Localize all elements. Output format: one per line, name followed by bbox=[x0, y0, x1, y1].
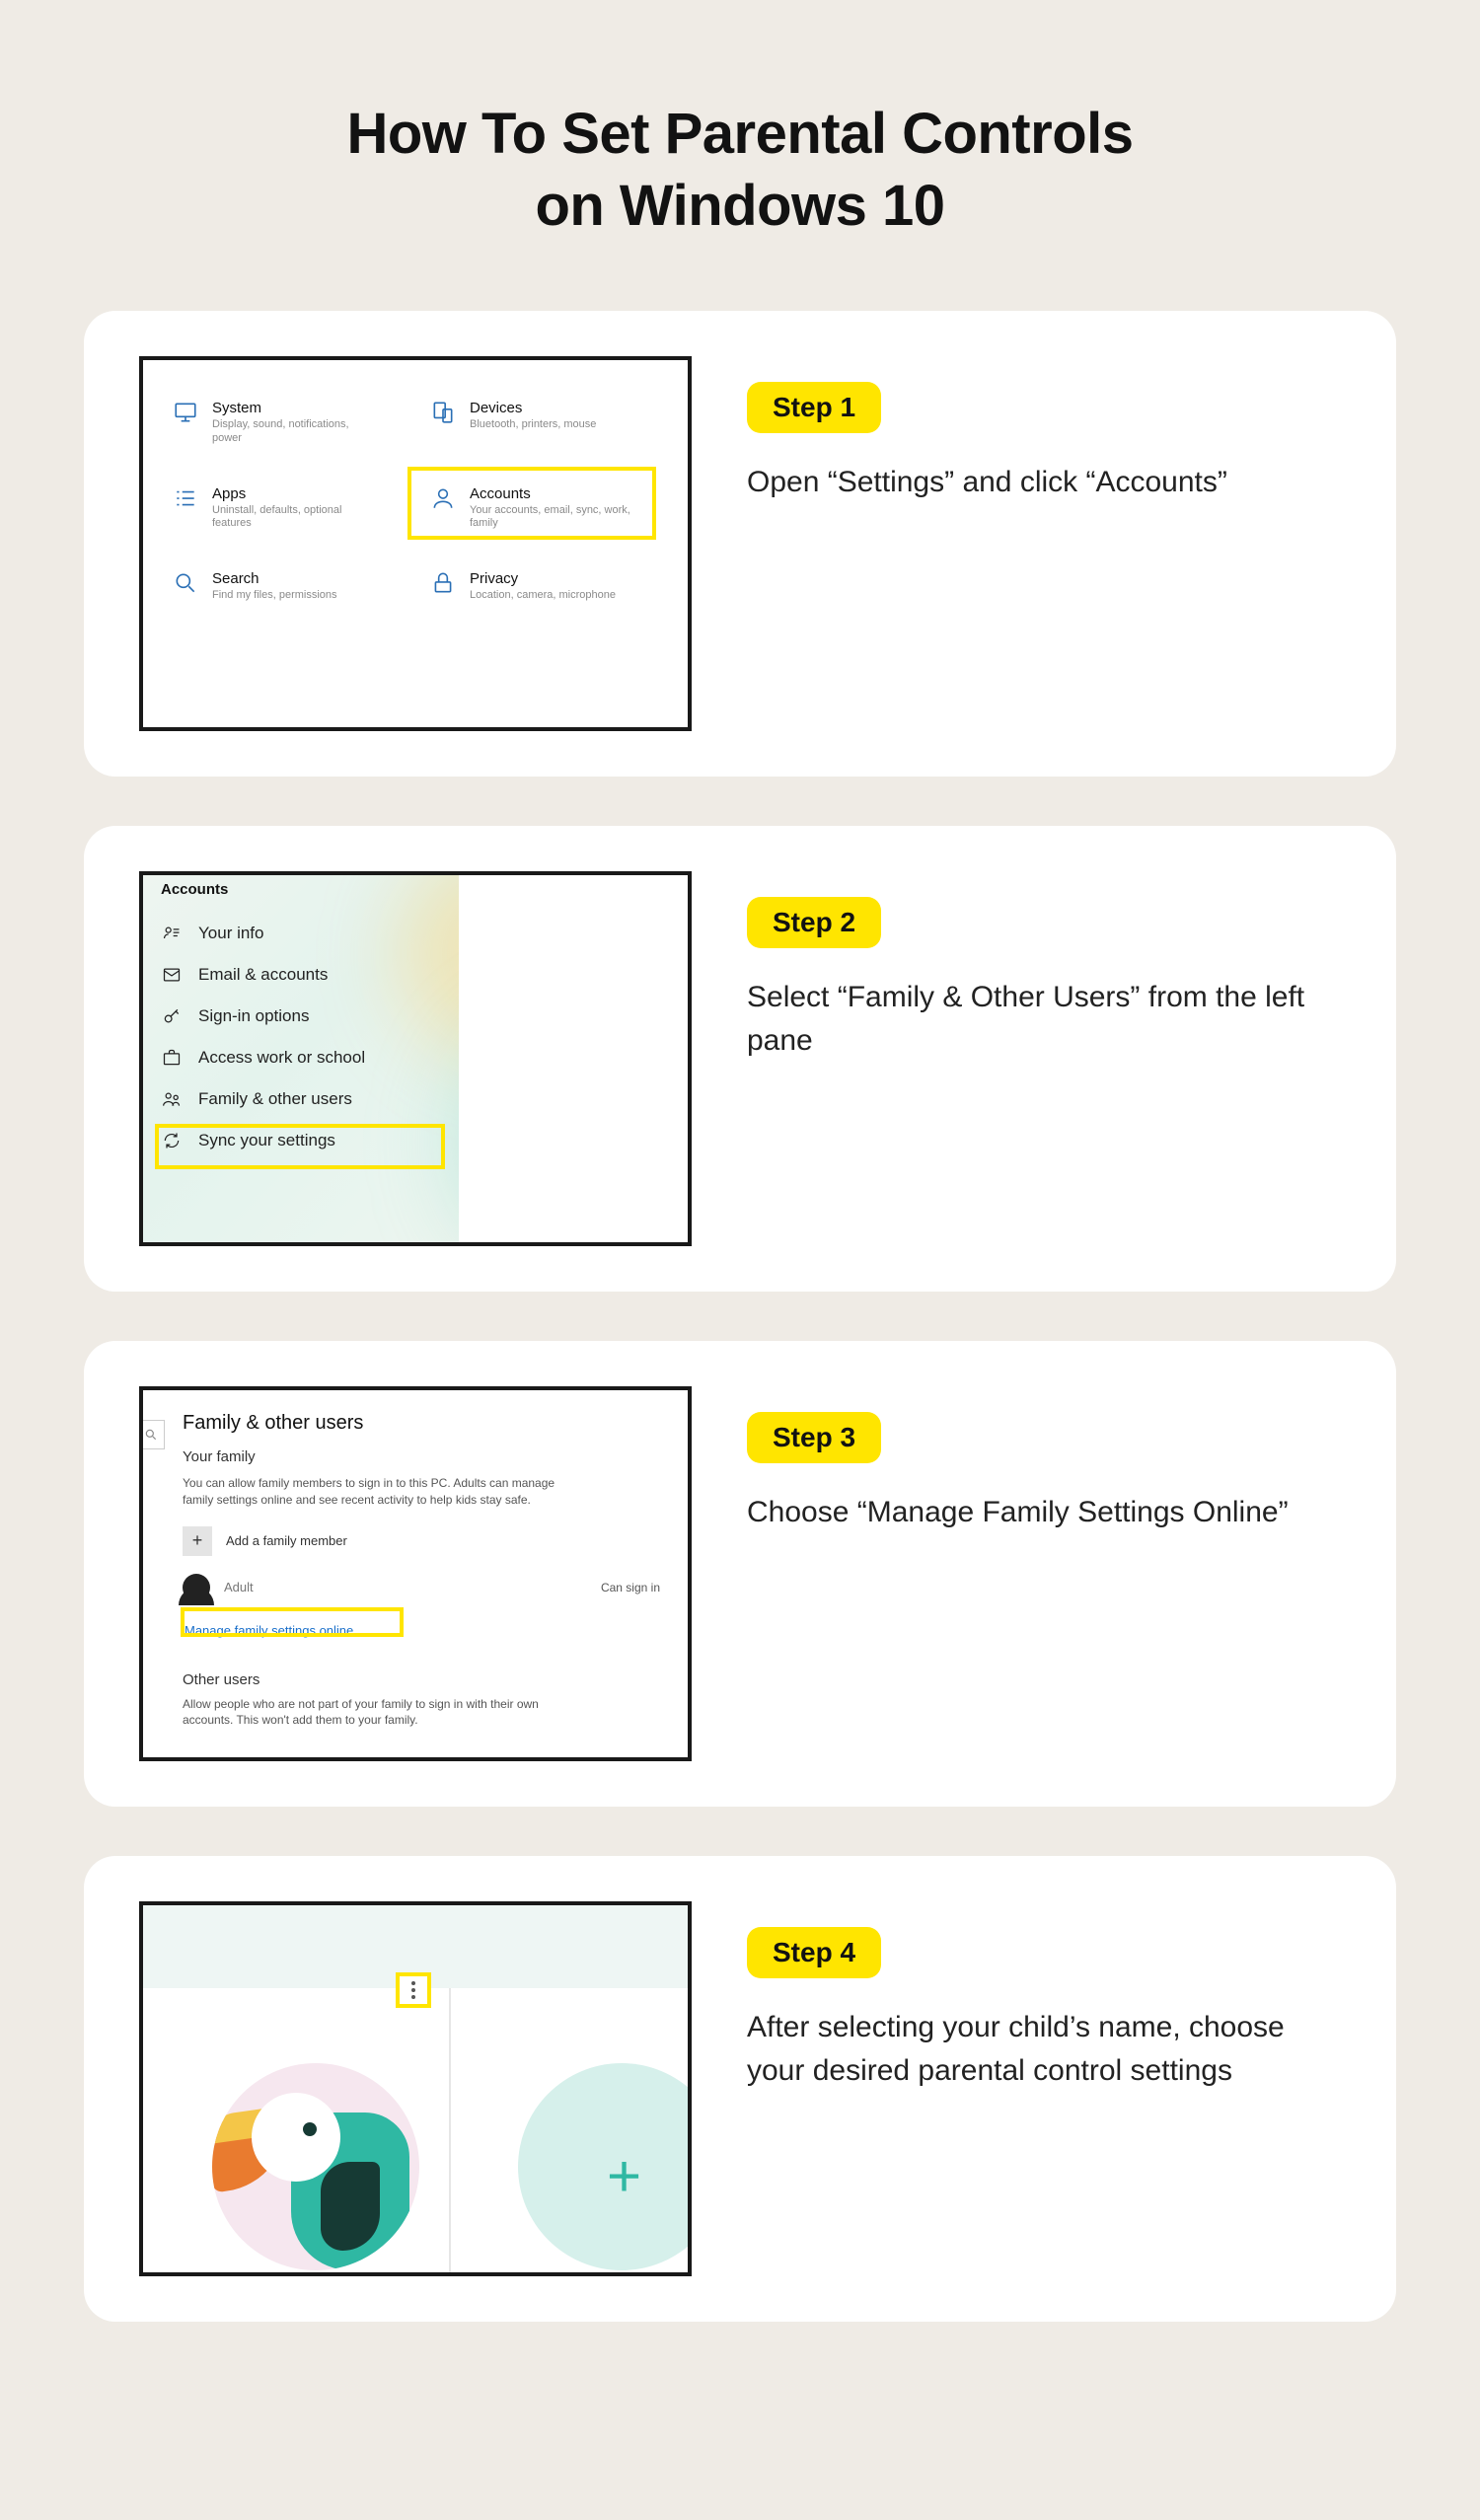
other-users-description: Allow people who are not part of your fa… bbox=[183, 1696, 577, 1730]
other-users-subheading: Other users bbox=[183, 1671, 660, 1688]
monitor-icon bbox=[173, 400, 198, 425]
list-icon bbox=[173, 485, 198, 511]
settings-tile-apps[interactable]: AppsUninstall, defaults, optional featur… bbox=[173, 485, 401, 532]
family-member-row[interactable]: Adult Can sign in bbox=[183, 1574, 660, 1601]
screenshot-family-other-users: Family & other users Your family You can… bbox=[139, 1386, 692, 1761]
settings-tile-privacy[interactable]: PrivacyLocation, camera, microphone bbox=[430, 570, 658, 603]
family-description: You can allow family members to sign in … bbox=[183, 1475, 577, 1509]
nav-sign-in-options[interactable]: Sign-in options bbox=[143, 996, 459, 1037]
nav-family-other-users[interactable]: Family & other users bbox=[143, 1078, 459, 1120]
nav-access-work-school[interactable]: Access work or school bbox=[143, 1037, 459, 1078]
plus-icon: + bbox=[607, 2142, 641, 2210]
step-description: Choose “Manage Family Settings Online” bbox=[747, 1491, 1341, 1534]
add-family-member-button[interactable]: + Add a family member bbox=[183, 1526, 660, 1556]
plus-icon: + bbox=[183, 1526, 212, 1556]
people-icon bbox=[161, 1088, 183, 1110]
key-icon bbox=[161, 1005, 183, 1027]
step-badge: Step 2 bbox=[747, 897, 881, 948]
lock-icon bbox=[430, 570, 456, 596]
search-icon bbox=[173, 570, 198, 596]
settings-tile-devices[interactable]: DevicesBluetooth, printers, mouse bbox=[430, 400, 658, 446]
step-description: Select “Family & Other Users” from the l… bbox=[747, 976, 1341, 1062]
page-heading: Family & other users bbox=[183, 1412, 660, 1435]
child-avatar[interactable] bbox=[212, 2063, 419, 2270]
settings-tile-system[interactable]: SystemDisplay, sound, notifications, pow… bbox=[173, 400, 401, 446]
settings-tile-search[interactable]: SearchFind my files, permissions bbox=[173, 570, 401, 603]
person-icon bbox=[430, 485, 456, 511]
manage-family-settings-link[interactable]: Manage family settings online bbox=[183, 1619, 660, 1642]
screenshot-family-dashboard: + bbox=[139, 1901, 692, 2276]
step-description: After selecting your child’s name, choos… bbox=[747, 2006, 1341, 2092]
step-description: Open “Settings” and click “Accounts” bbox=[747, 461, 1341, 504]
step-card-3: Family & other users Your family You can… bbox=[84, 1341, 1396, 1807]
step-badge: Step 3 bbox=[747, 1412, 881, 1463]
nav-sync-settings[interactable]: Sync your settings bbox=[143, 1120, 459, 1161]
briefcase-icon bbox=[161, 1047, 183, 1069]
nav-your-info[interactable]: Your info bbox=[143, 913, 459, 954]
avatar-icon bbox=[183, 1574, 210, 1601]
step-card-2: Accounts Your info Email & accounts Sign… bbox=[84, 826, 1396, 1292]
step-badge: Step 1 bbox=[747, 382, 881, 433]
settings-tile-accounts[interactable]: AccountsYour accounts, email, sync, work… bbox=[430, 485, 658, 532]
step-card-4: + Step 4 After selecting your child’s na… bbox=[84, 1856, 1396, 2322]
page-title: How To Set Parental Controls on Windows … bbox=[84, 99, 1396, 242]
your-family-subheading: Your family bbox=[183, 1448, 660, 1465]
screenshot-settings-home: SystemDisplay, sound, notifications, pow… bbox=[139, 356, 692, 731]
vertical-dots-icon bbox=[411, 1981, 415, 1999]
devices-icon bbox=[430, 400, 456, 425]
add-member-avatar[interactable] bbox=[518, 2063, 692, 2270]
mail-icon bbox=[161, 964, 183, 986]
can-sign-in-label: Can sign in bbox=[601, 1581, 660, 1594]
step-card-1: SystemDisplay, sound, notifications, pow… bbox=[84, 311, 1396, 777]
person-card-icon bbox=[161, 923, 183, 944]
step-badge: Step 4 bbox=[747, 1927, 881, 1978]
sync-icon bbox=[161, 1130, 183, 1151]
nav-email-accounts[interactable]: Email & accounts bbox=[143, 954, 459, 996]
search-box[interactable] bbox=[139, 1420, 165, 1449]
accounts-header: Accounts bbox=[161, 881, 228, 898]
more-options-button[interactable] bbox=[396, 1972, 431, 2008]
screenshot-accounts-nav: Accounts Your info Email & accounts Sign… bbox=[139, 871, 692, 1246]
